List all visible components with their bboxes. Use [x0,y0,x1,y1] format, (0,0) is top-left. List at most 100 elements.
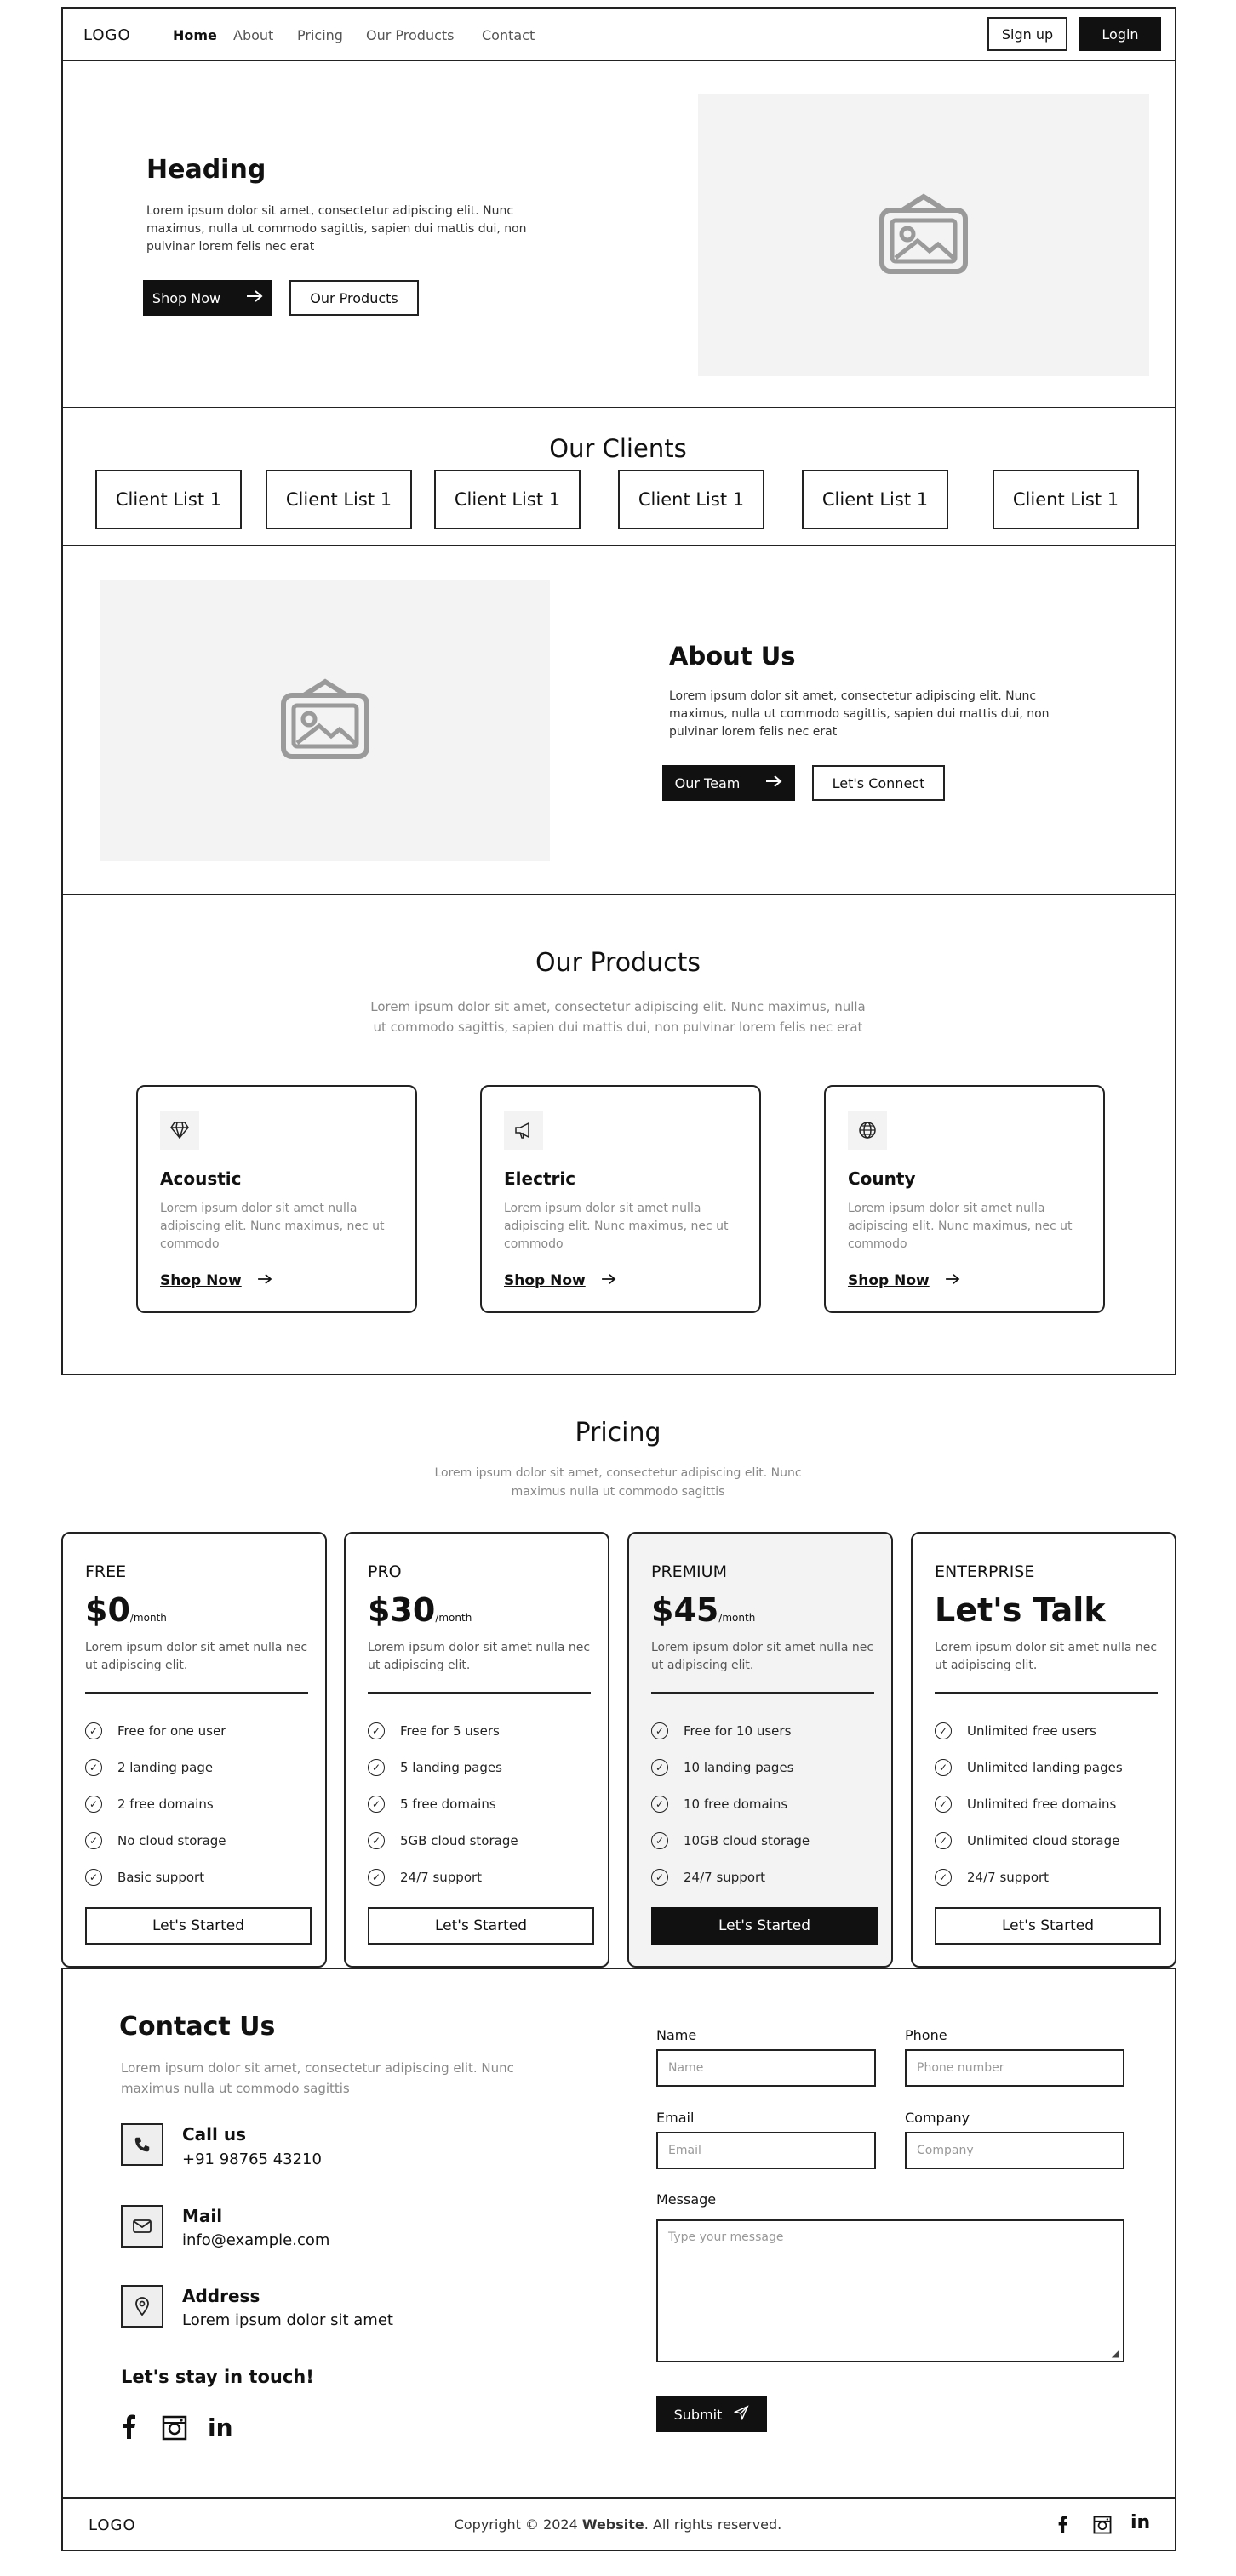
plan-name: ENTERPRISE [935,1562,1035,1581]
instagram-icon[interactable] [162,2415,187,2444]
feature-item: ✓ Unlimited landing pages [935,1749,1123,1785]
arrow-right-icon [601,1272,616,1289]
plan-name: PREMIUM [651,1562,727,1581]
facebook-icon[interactable] [119,2413,138,2442]
linkedin-icon[interactable]: in [208,2413,233,2442]
plan-features: ✓ Unlimited free users ✓ Unlimited landing… [935,1712,1123,1895]
signup-button[interactable]: Sign up [987,17,1067,51]
contact-title: Contact Us [119,2012,276,2042]
address-value: Lorem ipsum dolor sit amet [182,2311,393,2329]
plan-desc: Lorem ipsum dolor sit amet nulla nec ut … [935,1641,1158,1672]
nav-link-contact[interactable]: Contact [482,27,535,43]
our-products-button[interactable]: Our Products [289,280,419,316]
plan-start-button[interactable]: Let's Started [935,1907,1161,1945]
pricing-card-pro: PRO $30/month Lorem ipsum dolor sit amet… [344,1532,609,1968]
check-icon: ✓ [368,1868,385,1886]
stay-in-touch: Let's stay in touch! [121,2367,314,2387]
arrow-right-icon [257,1272,272,1289]
lets-connect-button[interactable]: Let's Connect [812,765,945,801]
company-field[interactable]: Company [905,2132,1124,2169]
instagram-icon[interactable] [1093,2516,1112,2538]
plan-price: $30/month [368,1591,472,1629]
arrow-right-icon [765,774,782,791]
check-icon: ✓ [368,1795,385,1813]
linkedin-icon[interactable]: in [1130,2512,1150,2533]
check-icon: ✓ [935,1831,952,1849]
check-icon: ✓ [85,1758,102,1776]
feature-item: ✓ Free for 5 users [368,1712,518,1749]
plan-price: $0/month [85,1591,167,1629]
our-team-button[interactable]: Our Team [662,765,795,801]
pricing-card-premium: PREMIUM $45/month Lorem ipsum dolor sit … [627,1532,893,1968]
check-icon: ✓ [368,1758,385,1776]
phone-field[interactable]: Phone number [905,2049,1124,2087]
login-button[interactable]: Login [1079,17,1161,51]
submit-button[interactable]: Submit [656,2396,767,2432]
about-title: About Us [669,642,796,671]
check-icon: ✓ [85,1795,102,1813]
check-icon: ✓ [651,1795,668,1813]
plan-start-button[interactable]: Let's Started [85,1907,312,1945]
product-title: Acoustic [160,1168,242,1189]
check-icon: ✓ [935,1758,952,1776]
plan-start-button[interactable]: Let's Started [368,1907,594,1945]
feature-item: ✓ Free for one user [85,1712,226,1749]
client-item: Client List 1 [993,470,1139,529]
feature-item: ✓ 10GB cloud storage [651,1822,810,1859]
plan-name: FREE [85,1562,127,1581]
call-value[interactable]: +91 98765 43210 [182,2150,322,2168]
check-icon: ✓ [85,1722,102,1739]
product-shop-link[interactable]: Shop Now [160,1272,272,1289]
check-icon: ✓ [85,1831,102,1849]
message-placeholder: Type your message [668,2230,784,2244]
nav-link-pricing[interactable]: Pricing [297,27,343,43]
product-title: Electric [504,1168,576,1189]
product-card: County Lorem ipsum dolor sit amet nulla … [824,1085,1105,1313]
product-shop-link[interactable]: Shop Now [848,1272,960,1289]
check-icon: ✓ [935,1795,952,1813]
nav-link-home[interactable]: Home [173,27,217,43]
feature-item: ✓ 5GB cloud storage [368,1822,518,1859]
clients-title: Our Clients [549,434,687,463]
nav-link-about[interactable]: About [233,27,273,43]
plan-price: Let's Talk [935,1591,1106,1629]
check-icon: ✓ [935,1722,952,1739]
plan-desc: Lorem ipsum dolor sit amet nulla nec ut … [368,1641,591,1672]
plan-name: PRO [368,1562,402,1581]
plan-desc: Lorem ipsum dolor sit amet nulla nec ut … [85,1641,308,1672]
message-field[interactable]: Type your message ◢ [656,2219,1124,2362]
check-icon: ✓ [85,1868,102,1886]
feature-item: ✓ 10 free domains [651,1785,810,1822]
feature-item: ✓ 2 landing page [85,1749,226,1785]
submit-label: Submit [673,2406,723,2423]
shop-now-button[interactable]: Shop Now [143,280,272,316]
pricing-title: Pricing [575,1418,661,1448]
megaphone-icon [504,1111,543,1150]
our-team-label: Our Team [674,774,741,791]
mail-title: Mail [182,2206,223,2226]
name-field[interactable]: Name [656,2049,876,2087]
company-label: Company [905,2110,970,2126]
feature-item: ✓ Unlimited free users [935,1712,1123,1749]
arrow-right-icon [246,289,263,306]
about-text: Lorem ipsum dolor sit amet, consectetur … [669,689,1050,739]
plan-start-button[interactable]: Let's Started [651,1907,878,1945]
plan-features: ✓ Free for 10 users ✓ 10 landing pages ✓ 10… [651,1712,810,1895]
feature-item: ✓ Free for 10 users [651,1712,810,1749]
plan-features: ✓ Free for 5 users ✓ 5 landing pages ✓ 5 fr… [368,1712,518,1895]
email-field[interactable]: Email [656,2132,876,2169]
resize-handle-icon[interactable]: ◢ [1112,2347,1119,2359]
mail-icon [121,2205,163,2248]
hero-image-placeholder [698,94,1149,376]
image-icon [877,191,970,280]
product-shop-link[interactable]: Shop Now [504,1272,616,1289]
nav-logo[interactable]: LOGO [83,26,131,44]
location-icon [121,2285,163,2328]
check-icon: ✓ [651,1758,668,1776]
feature-item: ✓ Unlimited free domains [935,1785,1123,1822]
mail-value[interactable]: info@example.com [182,2231,329,2249]
client-item: Client List 1 [434,470,581,529]
facebook-icon[interactable] [1056,2515,1069,2537]
nav-link-products[interactable]: Our Products [366,27,454,43]
email-label: Email [656,2110,695,2126]
